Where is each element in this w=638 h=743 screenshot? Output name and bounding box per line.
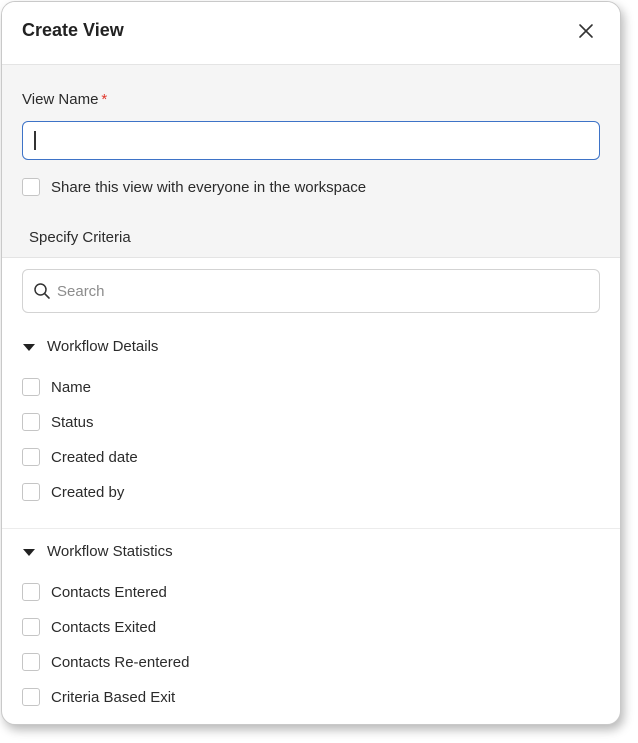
criteria-checkbox[interactable] (22, 378, 40, 396)
criteria-checkbox[interactable] (22, 483, 40, 501)
criteria-item-label: Created date (51, 448, 138, 466)
criteria-checkbox[interactable] (22, 653, 40, 671)
criteria-item-contacts-entered[interactable]: Contacts Entered (22, 583, 167, 601)
criteria-item-created-by[interactable]: Created by (22, 483, 124, 501)
criteria-item-created-date[interactable]: Created date (22, 448, 138, 466)
criteria-checkbox[interactable] (22, 583, 40, 601)
text-caret (34, 131, 36, 150)
group-header-workflow-details[interactable]: Workflow Details (22, 338, 158, 355)
criteria-item-contacts-exited[interactable]: Contacts Exited (22, 618, 156, 636)
create-view-dialog: Create View View Name * Share this view w… (1, 1, 621, 725)
criteria-search-input[interactable] (57, 271, 587, 311)
criteria-item-label: Created by (51, 483, 125, 501)
criteria-item-status[interactable]: Status (22, 413, 94, 431)
share-view-checkbox[interactable] (22, 178, 40, 196)
share-view-label: Share this view with everyone in the wor… (51, 178, 367, 196)
criteria-item-label: Contacts Entered (51, 583, 167, 601)
criteria-item-criteria-based-exit[interactable]: Criteria Based Exit (22, 688, 175, 706)
specify-criteria-label: Specify Criteria (29, 229, 131, 246)
view-name-input[interactable] (22, 121, 600, 160)
criteria-item-label: Status (51, 413, 94, 431)
dialog-title: Create View (22, 20, 124, 40)
search-icon (34, 283, 50, 299)
group-header-workflow-statistics[interactable]: Workflow Statistics (22, 543, 173, 560)
dialog-header: Create View (2, 2, 620, 65)
view-settings-section: View Name * Share this view with everyone… (2, 65, 620, 258)
criteria-item-label: Contacts Exited (51, 618, 157, 636)
criteria-checkbox[interactable] (22, 413, 40, 431)
caret-down-icon (23, 548, 35, 556)
required-marker: * (101, 91, 108, 108)
criteria-checkbox[interactable] (22, 448, 40, 466)
close-button[interactable] (575, 20, 597, 42)
group-title: Workflow Details (47, 338, 159, 355)
caret-down-icon (23, 343, 35, 351)
criteria-search-box[interactable] (22, 269, 600, 313)
group-divider (2, 528, 620, 529)
close-icon (579, 24, 593, 38)
criteria-checkbox[interactable] (22, 688, 40, 706)
criteria-item-name[interactable]: Name (22, 378, 91, 396)
view-name-label: View Name * (22, 91, 107, 108)
share-view-row[interactable]: Share this view with everyone in the wor… (22, 178, 366, 196)
criteria-item-contacts-re-entered[interactable]: Contacts Re-entered (22, 653, 189, 671)
criteria-item-label: Contacts Re-entered (51, 653, 190, 671)
criteria-checkbox[interactable] (22, 618, 40, 636)
criteria-item-label: Criteria Based Exit (51, 688, 176, 706)
view-name-label-text: View Name (22, 91, 99, 108)
criteria-item-label: Name (51, 378, 92, 396)
group-title: Workflow Statistics (47, 543, 173, 560)
